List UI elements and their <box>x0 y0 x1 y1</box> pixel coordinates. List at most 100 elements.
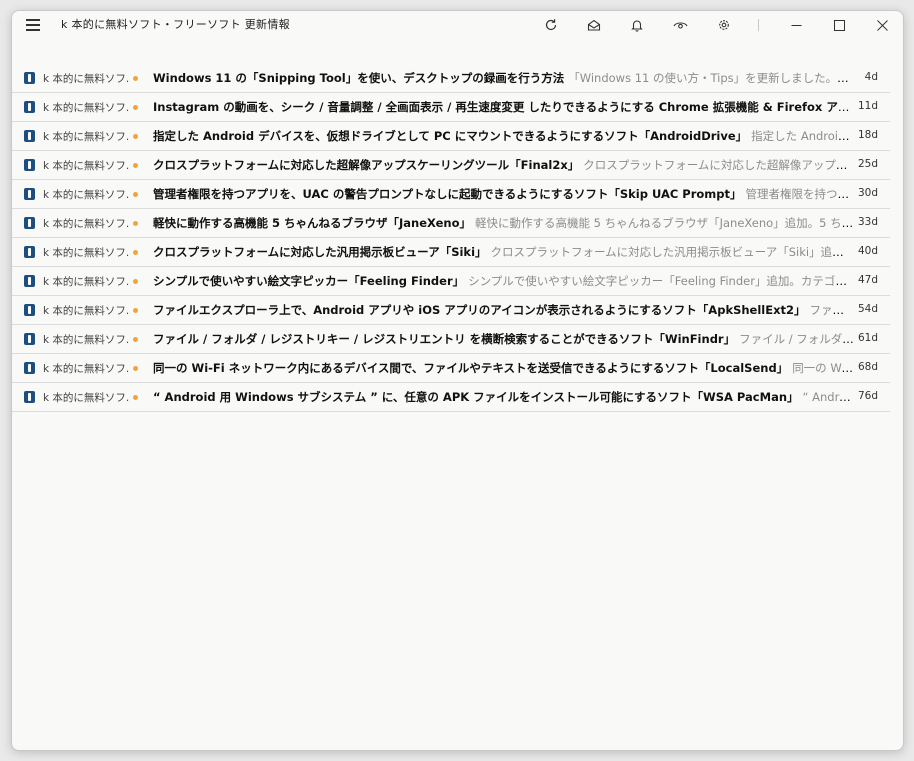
article-row[interactable]: k 本的に無料ソフ... “ Android 用 Windows サブシステム … <box>12 383 890 412</box>
refresh-icon[interactable] <box>542 16 560 34</box>
article-age: 4d <box>864 71 878 83</box>
article-title: 軽快に動作する高機能 5 ちゃんねるブラウザ「JaneXeno」 <box>153 216 471 230</box>
article-title: ファイルエクスプローラ上で、Android アプリや iOS アプリのアイコンが… <box>153 303 806 317</box>
feed-favicon-icon <box>24 159 35 171</box>
feed-favicon-icon <box>24 217 35 229</box>
feed-name: k 本的に無料ソフ... <box>43 392 129 404</box>
feed-name: k 本的に無料ソフ... <box>43 363 129 375</box>
article-list: k 本的に無料ソフ... Windows 11 の「Snipping Tool」… <box>12 64 890 412</box>
article-title: クロスプラットフォームに対応した超解像アップスケーリングツール「Final2x」 <box>153 158 580 172</box>
minimize-icon[interactable] <box>781 14 811 36</box>
article-snippet: 軽快に動作する高機能 5 ちゃんねるブラウザ「JaneXeno」追加。5 ちゃん… <box>474 216 854 230</box>
article-snippet: クロスプラットフォームに対応した汎用掲示板ビューア「Siki」追加。5 ちゃんね… <box>490 245 854 259</box>
feed-name: k 本的に無料ソフ... <box>43 276 129 288</box>
article-age: 61d <box>857 332 878 344</box>
unread-dot-icon <box>133 337 138 342</box>
article-row[interactable]: k 本的に無料ソフ... 管理者権限を持つアプリを、UAC の警告プロンプトなし… <box>12 180 890 209</box>
article-title: 同一の Wi-Fi ネットワーク内にあるデバイス間で、ファイルやテキストを送受信… <box>153 361 789 375</box>
article-content: シンプルで使いやすい絵文字ピッカー「Feeling Finder」 シンプルで使い… <box>153 273 854 289</box>
eye-icon[interactable] <box>671 16 689 34</box>
article-row[interactable]: k 本的に無料ソフ... クロスプラットフォームに対応した汎用掲示板ビューア「S… <box>12 238 890 267</box>
feed-favicon-icon <box>24 333 35 345</box>
feed-favicon-icon <box>24 188 35 200</box>
menu-icon[interactable] <box>26 19 40 31</box>
feed-favicon-icon <box>24 362 35 374</box>
article-content: ファイルエクスプローラ上で、Android アプリや iOS アプリのアイコンが… <box>153 302 854 318</box>
article-title: クロスプラットフォームに対応した汎用掲示板ビューア「Siki」 <box>153 245 487 259</box>
unread-dot-icon <box>133 279 138 284</box>
feed-favicon-icon <box>24 72 35 84</box>
article-content: 軽快に動作する高機能 5 ちゃんねるブラウザ「JaneXeno」 軽快に動作する高… <box>153 215 854 231</box>
close-icon[interactable] <box>867 14 897 36</box>
unread-dot-icon <box>133 163 138 168</box>
article-title: 指定した Android デバイスを、仮想ドライブとして PC にマウントできる… <box>153 129 748 143</box>
article-title: 管理者権限を持つアプリを、UAC の警告プロンプトなしに起動できるようにするソフ… <box>153 187 742 201</box>
article-content: “ Android 用 Windows サブシステム ” に、任意の APK フ… <box>153 389 854 405</box>
mark-read-icon[interactable] <box>585 16 603 34</box>
feed-favicon-icon <box>24 391 35 403</box>
article-row[interactable]: k 本的に無料ソフ... ファイル / フォルダ / レジストリキー / レジス… <box>12 325 890 354</box>
feed-name: k 本的に無料ソフ... <box>43 102 129 114</box>
article-age: 18d <box>857 129 878 141</box>
unread-dot-icon <box>133 395 138 400</box>
article-snippet: 同一の Wi-Fi ネットワーク... <box>792 361 854 375</box>
unread-dot-icon <box>133 76 138 81</box>
article-row[interactable]: k 本的に無料ソフ... 同一の Wi-Fi ネットワーク内にあるデバイス間で、… <box>12 354 890 383</box>
article-row[interactable]: k 本的に無料ソフ... 軽快に動作する高機能 5 ちゃんねるブラウザ「Jane… <box>12 209 890 238</box>
article-snippet: 「Windows 11 の使い方・Tips」を更新しました。「Windows 1… <box>568 71 854 85</box>
article-title: Instagram の動画を、シーク / 音量調整 / 全画面表示 / 再生速度… <box>153 100 854 114</box>
article-content: 管理者権限を持つアプリを、UAC の警告プロンプトなしに起動できるようにするソフ… <box>153 186 854 202</box>
feed-name: k 本的に無料ソフ... <box>43 305 129 317</box>
feed-favicon-icon <box>24 130 35 142</box>
feed-favicon-icon <box>24 246 35 258</box>
article-content: クロスプラットフォームに対応した汎用掲示板ビューア「Siki」 クロスプラットフォ… <box>153 244 854 260</box>
article-snippet: 指定した Android デバイスを、仮想... <box>751 129 854 143</box>
article-snippet: シンプルで使いやすい絵文字ピッカー「Feeling Finder」追加。カテゴリ… <box>468 274 854 288</box>
article-age: 25d <box>857 158 878 170</box>
article-snippet: “ Android 用 Windows... <box>802 390 854 404</box>
article-content: Instagram の動画を、シーク / 音量調整 / 全画面表示 / 再生速度… <box>153 99 854 115</box>
article-content: クロスプラットフォームに対応した超解像アップスケーリングツール「Final2x」… <box>153 157 854 173</box>
article-row[interactable]: k 本的に無料ソフ... シンプルで使いやすい絵文字ピッカー「Feeling F… <box>12 267 890 296</box>
article-title: ファイル / フォルダ / レジストリキー / レジストリエントリ を横断検索す… <box>153 332 736 346</box>
article-content: Windows 11 の「Snipping Tool」を使い、デスクトップの録画… <box>153 70 854 86</box>
article-row[interactable]: k 本的に無料ソフ... Windows 11 の「Snipping Tool」… <box>12 64 890 93</box>
app-title: k 本的に無料ソフト・フリーソフト 更新情報 <box>61 18 290 31</box>
feed-name: k 本的に無料ソフ... <box>43 247 129 259</box>
feed-favicon-icon <box>24 275 35 287</box>
article-row[interactable]: k 本的に無料ソフ... 指定した Android デバイスを、仮想ドライブとし… <box>12 122 890 151</box>
article-age: 47d <box>857 274 878 286</box>
article-content: 指定した Android デバイスを、仮想ドライブとして PC にマウントできる… <box>153 128 854 144</box>
article-snippet: ファイル / フォルダ / レジストリキー / レ... <box>739 332 854 346</box>
feed-favicon-icon <box>24 101 35 113</box>
feed-name: k 本的に無料ソフ... <box>43 218 129 230</box>
feed-favicon-icon <box>24 304 35 316</box>
article-snippet: 管理者権限を持つアプリを、UA... <box>745 187 854 201</box>
article-age: 30d <box>857 187 878 199</box>
article-row[interactable]: k 本的に無料ソフ... ファイルエクスプローラ上で、Android アプリや … <box>12 296 890 325</box>
article-age: 54d <box>857 303 878 315</box>
feed-name: k 本的に無料ソフ... <box>43 160 129 172</box>
article-age: 11d <box>857 100 878 112</box>
maximize-icon[interactable] <box>824 14 854 36</box>
article-title: Windows 11 の「Snipping Tool」を使い、デスクトップの録画… <box>153 71 565 85</box>
feed-name: k 本的に無料ソフ... <box>43 334 129 346</box>
unread-dot-icon <box>133 221 138 226</box>
article-title: “ Android 用 Windows サブシステム ” に、任意の APK フ… <box>153 390 799 404</box>
unread-dot-icon <box>133 250 138 255</box>
bell-icon[interactable] <box>628 16 646 34</box>
article-snippet: クロスプラットフォームに対応した超解像アップスケーリングツール「Fin... <box>583 158 854 172</box>
article-row[interactable]: k 本的に無料ソフ... クロスプラットフォームに対応した超解像アップスケーリン… <box>12 151 890 180</box>
feed-name: k 本的に無料ソフ... <box>43 189 129 201</box>
article-title: シンプルで使いやすい絵文字ピッカー「Feeling Finder」 <box>153 274 465 288</box>
gear-icon[interactable] <box>715 16 733 34</box>
app-window: k 本的に無料ソフト・フリーソフト 更新情報 k 本的に無料ソフ... Wind… <box>11 10 904 751</box>
article-row[interactable]: k 本的に無料ソフ... Instagram の動画を、シーク / 音量調整 /… <box>12 93 890 122</box>
feed-name: k 本的に無料ソフ... <box>43 131 129 143</box>
article-age: 40d <box>857 245 878 257</box>
toolbar-separator <box>758 19 759 31</box>
article-age: 76d <box>857 390 878 402</box>
unread-dot-icon <box>133 105 138 110</box>
article-snippet: ファイルエクスプローラ上で、... <box>809 303 854 317</box>
unread-dot-icon <box>133 308 138 313</box>
